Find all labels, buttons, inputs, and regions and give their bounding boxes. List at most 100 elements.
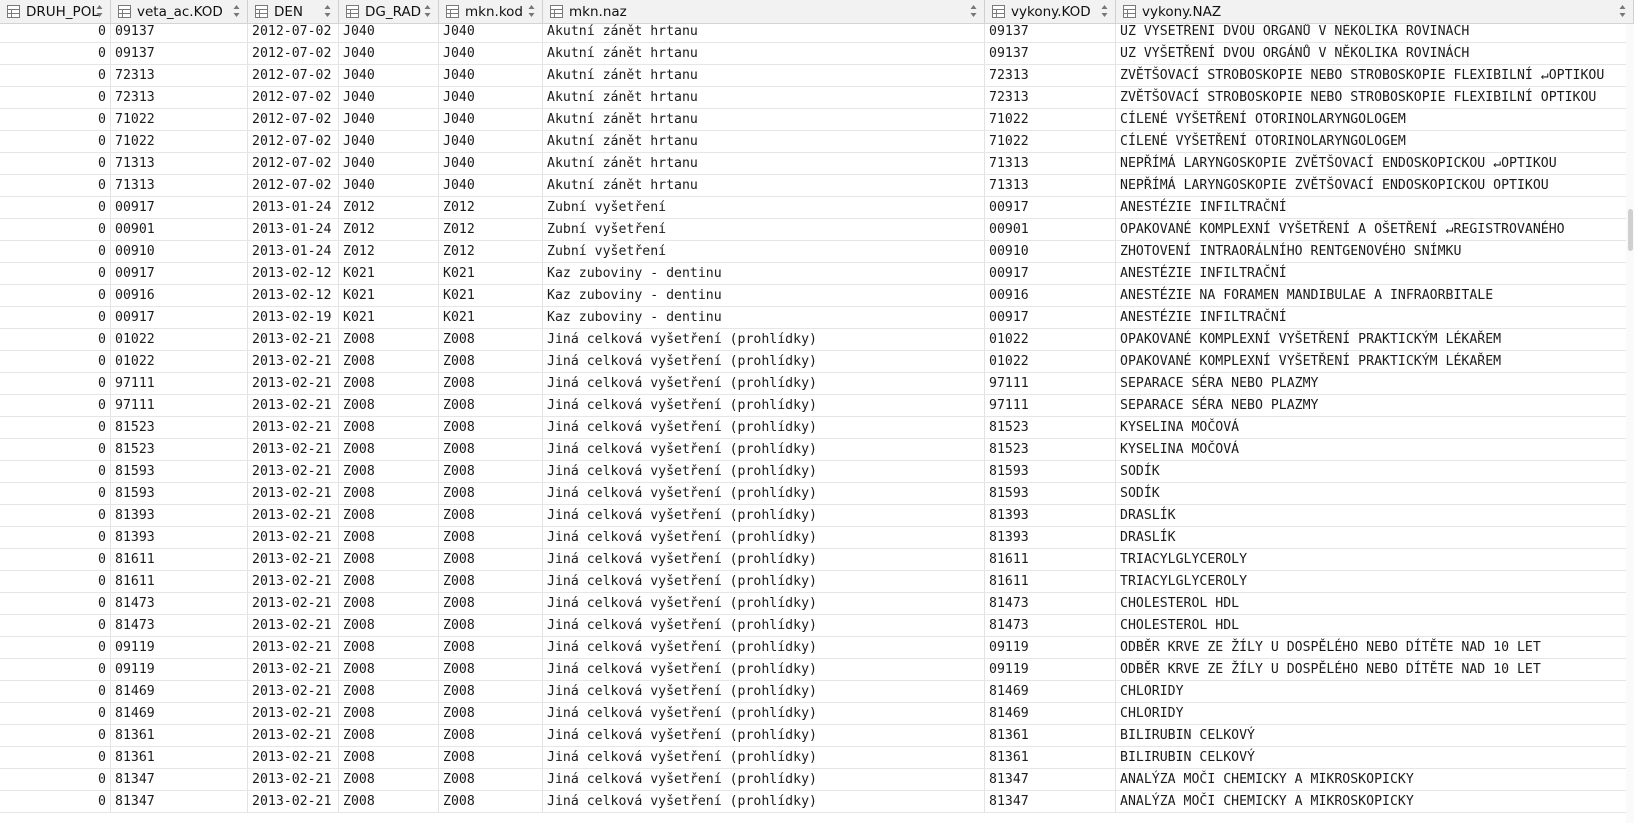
cell-vykony-naz[interactable]: DRASLÍK xyxy=(1116,505,1634,526)
cell-vykony-kod[interactable]: 00917 xyxy=(985,197,1116,218)
cell-vykony-kod[interactable]: 01022 xyxy=(985,329,1116,350)
cell-veta-ac-kod[interactable]: 00917 xyxy=(111,307,248,328)
column-header-vykony-kod[interactable]: vykony.KOD xyxy=(985,0,1116,23)
cell-mkn-naz[interactable]: Jiná celková vyšetření (prohlídky) xyxy=(543,417,985,438)
cell-vykony-kod[interactable]: 81611 xyxy=(985,571,1116,592)
cell-vykony-naz[interactable]: CHLORIDY xyxy=(1116,703,1634,724)
table-row[interactable]: 0 81361 2013-02-21 Z008 Z008 Jiná celková vyš… xyxy=(0,725,1634,747)
cell-den[interactable]: 2013-02-21 xyxy=(248,769,339,790)
cell-druh-pol[interactable]: 0 xyxy=(0,791,111,812)
cell-vykony-naz[interactable]: OPAKOVANÉ KOMPLEXNÍ VYŠETŘENÍ A OŠETŘENÍ… xyxy=(1116,219,1634,240)
cell-dg-rad[interactable]: Z008 xyxy=(339,417,439,438)
cell-mkn-kod[interactable]: Z008 xyxy=(439,461,543,482)
table-row[interactable]: 0 09137 2012-07-02 J040 J040 Akutní zánět hrt… xyxy=(0,43,1634,65)
cell-druh-pol[interactable]: 0 xyxy=(0,747,111,768)
cell-veta-ac-kod[interactable]: 97111 xyxy=(111,373,248,394)
cell-dg-rad[interactable]: Z008 xyxy=(339,593,439,614)
table-row[interactable]: 0 81523 2013-02-21 Z008 Z008 Jiná celková vyš… xyxy=(0,417,1634,439)
cell-dg-rad[interactable]: Z008 xyxy=(339,527,439,548)
cell-den[interactable]: 2013-02-21 xyxy=(248,703,339,724)
cell-mkn-naz[interactable]: Jiná celková vyšetření (prohlídky) xyxy=(543,747,985,768)
cell-mkn-kod[interactable]: Z008 xyxy=(439,637,543,658)
table-row[interactable]: 0 00917 2013-01-24 Z012 Z012 Zubní vyšetření 0… xyxy=(0,197,1634,219)
cell-veta-ac-kod[interactable]: 81469 xyxy=(111,703,248,724)
table-row[interactable]: 0 81393 2013-02-21 Z008 Z008 Jiná celková vyš… xyxy=(0,505,1634,527)
cell-vykony-naz[interactable]: CÍLENÉ VYŠETŘENÍ OTORINOLARYNGOLOGEM xyxy=(1116,109,1634,130)
table-row[interactable]: 0 00917 2013-02-12 K021 K021 Kaz zuboviny - d… xyxy=(0,263,1634,285)
cell-veta-ac-kod[interactable]: 09119 xyxy=(111,637,248,658)
table-row[interactable]: 0 81611 2013-02-21 Z008 Z008 Jiná celková vyš… xyxy=(0,571,1634,593)
cell-druh-pol[interactable]: 0 xyxy=(0,175,111,196)
cell-vykony-kod[interactable]: 72313 xyxy=(985,65,1116,86)
cell-vykony-kod[interactable]: 81523 xyxy=(985,439,1116,460)
cell-vykony-naz[interactable]: KYSELINA MOČOVÁ xyxy=(1116,439,1634,460)
cell-mkn-naz[interactable]: Jiná celková vyšetření (prohlídky) xyxy=(543,725,985,746)
cell-vykony-naz[interactable]: ANESTÉZIE INFILTRAČNÍ xyxy=(1116,307,1634,328)
cell-mkn-kod[interactable]: Z008 xyxy=(439,791,543,812)
cell-den[interactable]: 2012-07-02 xyxy=(248,131,339,152)
cell-mkn-kod[interactable]: J040 xyxy=(439,175,543,196)
cell-den[interactable]: 2013-02-12 xyxy=(248,285,339,306)
cell-dg-rad[interactable]: Z008 xyxy=(339,461,439,482)
cell-vykony-kod[interactable]: 09137 xyxy=(985,43,1116,64)
cell-vykony-naz[interactable]: DRASLÍK xyxy=(1116,527,1634,548)
cell-vykony-kod[interactable]: 81593 xyxy=(985,483,1116,504)
cell-mkn-kod[interactable]: J040 xyxy=(439,43,543,64)
cell-mkn-naz[interactable]: Zubní vyšetření xyxy=(543,241,985,262)
cell-druh-pol[interactable]: 0 xyxy=(0,769,111,790)
cell-dg-rad[interactable]: Z008 xyxy=(339,571,439,592)
cell-veta-ac-kod[interactable]: 09137 xyxy=(111,21,248,42)
table-row[interactable]: 0 81473 2013-02-21 Z008 Z008 Jiná celková vyš… xyxy=(0,615,1634,637)
cell-druh-pol[interactable]: 0 xyxy=(0,43,111,64)
cell-druh-pol[interactable]: 0 xyxy=(0,527,111,548)
table-row[interactable]: 0 81523 2013-02-21 Z008 Z008 Jiná celková vyš… xyxy=(0,439,1634,461)
cell-druh-pol[interactable]: 0 xyxy=(0,461,111,482)
cell-druh-pol[interactable]: 0 xyxy=(0,417,111,438)
cell-vykony-kod[interactable]: 81347 xyxy=(985,769,1116,790)
table-row[interactable]: 0 71313 2012-07-02 J040 J040 Akutní zánět hrt… xyxy=(0,175,1634,197)
cell-mkn-naz[interactable]: Kaz zuboviny - dentinu xyxy=(543,307,985,328)
cell-dg-rad[interactable]: J040 xyxy=(339,87,439,108)
table-row[interactable]: 0 72313 2012-07-02 J040 J040 Akutní zánět hrt… xyxy=(0,87,1634,109)
cell-mkn-kod[interactable]: Z008 xyxy=(439,615,543,636)
cell-veta-ac-kod[interactable]: 81593 xyxy=(111,461,248,482)
cell-den[interactable]: 2013-02-21 xyxy=(248,373,339,394)
column-header-dg-rad[interactable]: DG_RAD xyxy=(339,0,439,23)
cell-vykony-naz[interactable]: UZ VYŠETŘENÍ DVOU ORGÁNŮ V NĚKOLIKA ROVI… xyxy=(1116,21,1634,42)
cell-vykony-kod[interactable]: 00910 xyxy=(985,241,1116,262)
cell-dg-rad[interactable]: J040 xyxy=(339,43,439,64)
table-row[interactable]: 0 81469 2013-02-21 Z008 Z008 Jiná celková vyš… xyxy=(0,703,1634,725)
cell-mkn-kod[interactable]: Z008 xyxy=(439,417,543,438)
cell-den[interactable]: 2013-02-21 xyxy=(248,439,339,460)
cell-vykony-naz[interactable]: ANESTÉZIE NA FORAMEN MANDIBULAE A INFRAO… xyxy=(1116,285,1634,306)
cell-mkn-kod[interactable]: K021 xyxy=(439,285,543,306)
cell-dg-rad[interactable]: J040 xyxy=(339,21,439,42)
cell-vykony-kod[interactable]: 81593 xyxy=(985,461,1116,482)
cell-dg-rad[interactable]: Z008 xyxy=(339,703,439,724)
cell-vykony-naz[interactable]: BILIRUBIN CELKOVÝ xyxy=(1116,725,1634,746)
cell-den[interactable]: 2013-02-21 xyxy=(248,461,339,482)
cell-druh-pol[interactable]: 0 xyxy=(0,395,111,416)
cell-vykony-naz[interactable]: CHOLESTEROL HDL xyxy=(1116,593,1634,614)
cell-veta-ac-kod[interactable]: 81347 xyxy=(111,791,248,812)
cell-mkn-kod[interactable]: J040 xyxy=(439,153,543,174)
cell-vykony-kod[interactable]: 71022 xyxy=(985,109,1116,130)
sort-icon[interactable] xyxy=(324,4,331,18)
sort-icon[interactable] xyxy=(970,4,977,18)
cell-vykony-naz[interactable]: KYSELINA MOČOVÁ xyxy=(1116,417,1634,438)
cell-mkn-kod[interactable]: Z008 xyxy=(439,593,543,614)
cell-druh-pol[interactable]: 0 xyxy=(0,483,111,504)
cell-veta-ac-kod[interactable]: 81611 xyxy=(111,549,248,570)
table-row[interactable]: 0 01022 2013-02-21 Z008 Z008 Jiná celková vyš… xyxy=(0,351,1634,373)
cell-veta-ac-kod[interactable]: 71022 xyxy=(111,109,248,130)
column-header-den[interactable]: DEN xyxy=(248,0,339,23)
cell-vykony-naz[interactable]: ZVĚTŠOVACÍ STROBOSKOPIE NEBO STROBOSKOPI… xyxy=(1116,65,1634,86)
cell-vykony-naz[interactable]: ZHOTOVENÍ INTRAORÁLNÍHO RENTGENOVÉHO SNÍ… xyxy=(1116,241,1634,262)
cell-veta-ac-kod[interactable]: 71313 xyxy=(111,175,248,196)
cell-dg-rad[interactable]: Z008 xyxy=(339,615,439,636)
cell-druh-pol[interactable]: 0 xyxy=(0,219,111,240)
cell-den[interactable]: 2012-07-02 xyxy=(248,43,339,64)
table-row[interactable]: 0 00917 2013-02-19 K021 K021 Kaz zuboviny - d… xyxy=(0,307,1634,329)
cell-mkn-kod[interactable]: J040 xyxy=(439,65,543,86)
cell-mkn-naz[interactable]: Akutní zánět hrtanu xyxy=(543,131,985,152)
